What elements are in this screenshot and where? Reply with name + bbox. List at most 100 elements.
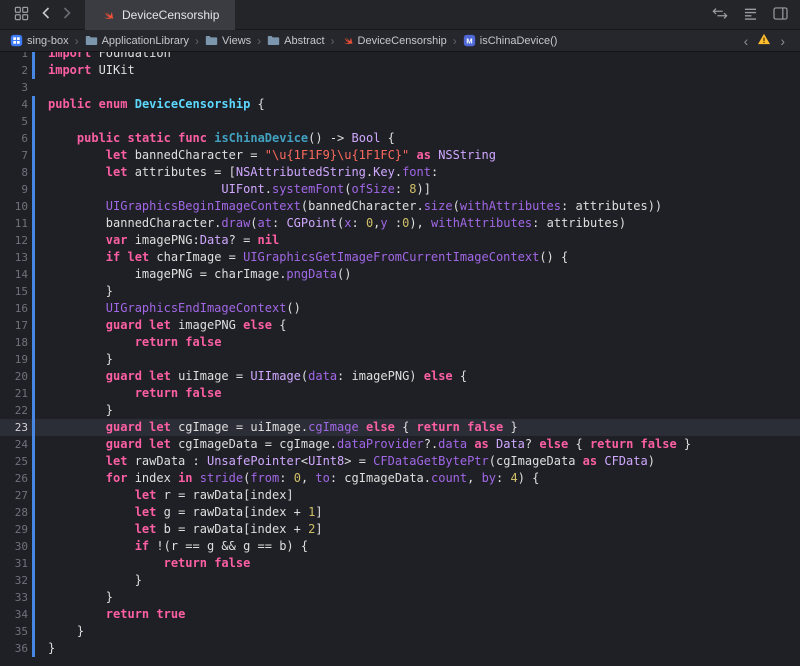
code-line[interactable]: 14 imagePNG = charImage.pngData(): [0, 266, 800, 283]
code-line[interactable]: 21 return false: [0, 385, 800, 402]
code-line[interactable]: 12 var imagePNG:Data? = nil: [0, 232, 800, 249]
code-line[interactable]: 8 let attributes = [NSAttributedString.K…: [0, 164, 800, 181]
editor-options-button[interactable]: [743, 7, 758, 23]
svg-text:M: M: [466, 36, 472, 45]
code-line[interactable]: 30 if !(r == g && g == b) {: [0, 538, 800, 555]
line-number[interactable]: 30: [0, 538, 30, 555]
jumpbar-item[interactable]: DeviceCensorship: [339, 34, 449, 47]
line-number[interactable]: 20: [0, 368, 30, 385]
line-number[interactable]: 34: [0, 606, 30, 623]
code-line[interactable]: 7 let bannedCharacter = "\u{1F1F9}\u{1F1…: [0, 147, 800, 164]
code-text: imagePNG = charImage.pngData(): [35, 266, 351, 283]
code-text: var imagePNG:Data? = nil: [35, 232, 279, 249]
code-line[interactable]: 32 }: [0, 572, 800, 589]
code-text: [35, 79, 48, 96]
line-number[interactable]: 31: [0, 555, 30, 572]
code-review-button[interactable]: [712, 7, 728, 23]
line-number[interactable]: 33: [0, 589, 30, 606]
code-line[interactable]: 15 }: [0, 283, 800, 300]
code-line[interactable]: 36}: [0, 640, 800, 657]
jumpbar-item[interactable]: Abstract: [265, 35, 326, 47]
line-number[interactable]: 5: [0, 113, 30, 130]
code-line[interactable]: 11 bannedCharacter.draw(at: CGPoint(x: 0…: [0, 215, 800, 232]
code-line[interactable]: 20 guard let uiImage = UIImage(data: ima…: [0, 368, 800, 385]
code-line[interactable]: 13 if let charImage = UIGraphicsGetImage…: [0, 249, 800, 266]
line-number[interactable]: 14: [0, 266, 30, 283]
line-number[interactable]: 9: [0, 181, 30, 198]
line-number[interactable]: 4: [0, 96, 30, 113]
code-line[interactable]: 5: [0, 113, 800, 130]
prev-issue-button[interactable]: ‹: [743, 34, 750, 48]
code-line[interactable]: 28 let g = rawData[index + 1]: [0, 504, 800, 521]
line-number[interactable]: 25: [0, 453, 30, 470]
code-text: return true: [35, 606, 185, 623]
jumpbar-item[interactable]: Views: [203, 35, 253, 47]
back-button[interactable]: [42, 7, 50, 22]
line-number[interactable]: 29: [0, 521, 30, 538]
code-line[interactable]: 4public enum DeviceCensorship {: [0, 96, 800, 113]
line-number[interactable]: 32: [0, 572, 30, 589]
code-line[interactable]: 1 import Foundation: [0, 52, 800, 62]
code-line[interactable]: 18 return false: [0, 334, 800, 351]
line-number[interactable]: 2: [0, 62, 30, 79]
code-line[interactable]: 19 }: [0, 351, 800, 368]
code-line[interactable]: 31 return false: [0, 555, 800, 572]
line-number[interactable]: 26: [0, 470, 30, 487]
tab-overview-button[interactable]: [14, 6, 29, 24]
code-line[interactable]: 10 UIGraphicsBeginImageContext(bannedCha…: [0, 198, 800, 215]
code-line[interactable]: 25 let rawData : UnsafePointer<UInt8> = …: [0, 453, 800, 470]
add-editor-button[interactable]: [773, 7, 788, 23]
line-number[interactable]: 3: [0, 79, 30, 96]
jumpbar-item[interactable]: sing-box: [8, 34, 71, 47]
line-number[interactable]: 22: [0, 402, 30, 419]
line-number[interactable]: 24: [0, 436, 30, 453]
line-number[interactable]: 16: [0, 300, 30, 317]
line-number[interactable]: 1: [0, 52, 30, 62]
editor[interactable]: 1 import Foundation2import UIKit34public …: [0, 52, 800, 666]
line-number[interactable]: 11: [0, 215, 30, 232]
code-line[interactable]: 6 public static func isChinaDevice() -> …: [0, 130, 800, 147]
line-number[interactable]: 6: [0, 130, 30, 147]
code-line[interactable]: 34 return true: [0, 606, 800, 623]
code-line[interactable]: 2import UIKit: [0, 62, 800, 79]
code-text: import Foundation: [35, 52, 171, 62]
forward-button[interactable]: [63, 7, 71, 22]
code-line[interactable]: 16 UIGraphicsEndImageContext(): [0, 300, 800, 317]
code-line[interactable]: 23 guard let cgImage = uiImage.cgImage e…: [0, 419, 800, 436]
line-number[interactable]: 21: [0, 385, 30, 402]
line-number[interactable]: 27: [0, 487, 30, 504]
code-line[interactable]: 24 guard let cgImageData = cgImage.dataP…: [0, 436, 800, 453]
code-line[interactable]: 35 }: [0, 623, 800, 640]
code-text: }: [35, 402, 113, 419]
next-issue-button[interactable]: ›: [779, 34, 786, 48]
tab-devicecensorship[interactable]: DeviceCensorship: [85, 0, 235, 30]
code-line[interactable]: 17 guard let imagePNG else {: [0, 317, 800, 334]
warning-icon[interactable]: [757, 32, 771, 50]
line-number[interactable]: 15: [0, 283, 30, 300]
line-number[interactable]: 17: [0, 317, 30, 334]
jumpbar-item[interactable]: ApplicationLibrary: [83, 35, 191, 47]
code-line[interactable]: 22 }: [0, 402, 800, 419]
line-number[interactable]: 12: [0, 232, 30, 249]
code-line[interactable]: 27 let r = rawData[index]: [0, 487, 800, 504]
code-line[interactable]: 3: [0, 79, 800, 96]
code-text: return false: [35, 555, 250, 572]
breadcrumb-label: isChinaDevice(): [480, 35, 558, 47]
code-text: guard let cgImage = uiImage.cgImage else…: [35, 419, 518, 436]
line-number[interactable]: 28: [0, 504, 30, 521]
jumpbar-item[interactable]: MisChinaDevice(): [461, 34, 560, 47]
line-number[interactable]: 8: [0, 164, 30, 181]
code-text: [35, 113, 48, 130]
line-number[interactable]: 19: [0, 351, 30, 368]
line-number[interactable]: 7: [0, 147, 30, 164]
code-line[interactable]: 9 UIFont.systemFont(ofSize: 8)]: [0, 181, 800, 198]
line-number[interactable]: 36: [0, 640, 30, 657]
line-number[interactable]: 10: [0, 198, 30, 215]
code-line[interactable]: 26 for index in stride(from: 0, to: cgIm…: [0, 470, 800, 487]
code-line[interactable]: 33 }: [0, 589, 800, 606]
line-number[interactable]: 13: [0, 249, 30, 266]
line-number[interactable]: 18: [0, 334, 30, 351]
line-number[interactable]: 23: [0, 419, 30, 436]
line-number[interactable]: 35: [0, 623, 30, 640]
code-line[interactable]: 29 let b = rawData[index + 2]: [0, 521, 800, 538]
